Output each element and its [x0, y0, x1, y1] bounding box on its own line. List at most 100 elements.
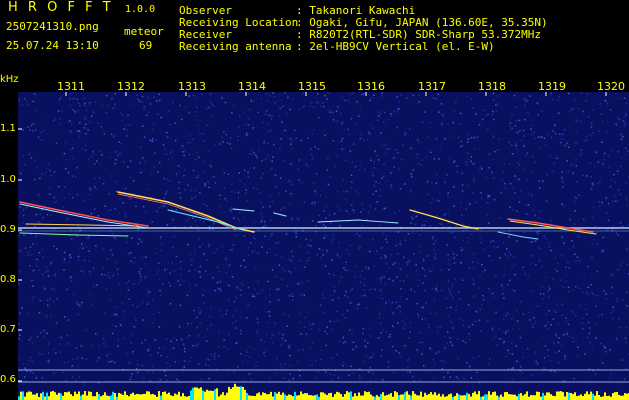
level-bar: [280, 394, 282, 400]
noise-speck: [93, 111, 95, 114]
noise-speck: [90, 212, 93, 215]
noise-speck: [401, 320, 404, 322]
noise-speck: [201, 93, 203, 96]
noise-speck: [568, 290, 570, 293]
noise-speck: [218, 271, 220, 273]
noise-speck: [159, 238, 161, 240]
noise-speck: [254, 237, 256, 240]
noise-speck: [420, 159, 423, 161]
level-bar: [188, 395, 190, 400]
noise-speck: [367, 211, 370, 214]
noise-speck: [536, 231, 538, 233]
noise-speck: [332, 118, 335, 121]
level-bar: [178, 391, 180, 400]
noise-speck: [462, 319, 465, 322]
level-bar: [554, 396, 556, 400]
noise-speck: [237, 139, 239, 142]
noise-speck: [19, 334, 21, 336]
noise-speck: [253, 151, 255, 154]
noise-speck: [203, 253, 205, 255]
noise-speck: [554, 257, 556, 259]
noise-speck: [401, 367, 404, 370]
noise-speck: [122, 114, 124, 117]
noise-speck: [69, 254, 71, 256]
noise-speck: [558, 350, 560, 352]
noise-speck: [38, 269, 40, 271]
noise-speck: [135, 205, 137, 207]
noise-speck: [417, 285, 419, 287]
noise-speck: [257, 111, 259, 114]
noise-speck: [251, 149, 254, 152]
noise-speck: [367, 342, 369, 344]
noise-speck: [576, 180, 578, 183]
level-bar: [552, 395, 554, 400]
noise-speck: [519, 300, 522, 303]
level-bar: [302, 393, 304, 400]
noise-speck: [467, 138, 470, 140]
noise-speck: [611, 273, 613, 276]
noise-speck: [130, 252, 132, 254]
noise-speck: [133, 283, 135, 285]
noise-speck: [456, 165, 459, 167]
noise-speck: [258, 149, 260, 151]
noise-speck: [315, 377, 317, 380]
noise-speck: [267, 154, 269, 157]
noise-speck: [264, 113, 267, 115]
noise-speck: [166, 338, 168, 340]
noise-speck: [19, 206, 21, 208]
noise-speck: [130, 198, 132, 200]
noise-speck: [474, 320, 477, 323]
noise-speck: [46, 316, 48, 318]
noise-speck: [319, 105, 322, 108]
noise-speck: [185, 106, 187, 108]
level-bar: [380, 394, 382, 400]
noise-speck: [482, 294, 484, 297]
noise-speck: [386, 180, 388, 182]
noise-speck: [409, 321, 412, 324]
noise-speck: [572, 312, 575, 315]
filename-label: 2507241310.png: [6, 20, 99, 33]
noise-speck: [78, 376, 81, 378]
noise-speck: [158, 311, 160, 314]
noise-speck: [368, 131, 370, 134]
noise-speck: [195, 97, 198, 99]
noise-speck: [399, 356, 402, 358]
level-bar: [260, 395, 262, 400]
noise-speck: [217, 346, 220, 348]
noise-speck: [258, 292, 260, 294]
noise-speck: [279, 177, 282, 179]
noise-speck: [531, 374, 534, 376]
noise-speck: [364, 339, 366, 342]
noise-speck: [32, 100, 35, 103]
noise-speck: [468, 267, 471, 269]
noise-speck: [184, 189, 186, 191]
noise-speck: [382, 176, 384, 178]
level-bar: [438, 393, 440, 400]
noise-speck: [298, 179, 300, 181]
noise-speck: [207, 246, 210, 248]
noise-speck: [530, 263, 532, 265]
level-bar: [432, 394, 434, 400]
noise-speck: [266, 99, 269, 102]
noise-speck: [491, 171, 493, 174]
noise-speck: [225, 272, 228, 274]
noise-speck: [302, 349, 304, 351]
noise-speck: [549, 154, 552, 157]
noise-speck: [474, 294, 476, 297]
noise-speck: [441, 360, 443, 362]
noise-speck: [69, 93, 72, 95]
noise-speck: [619, 97, 621, 100]
level-bar: [562, 392, 564, 400]
noise-speck: [433, 158, 436, 160]
noise-speck: [523, 231, 525, 234]
noise-speck: [387, 366, 390, 368]
noise-speck: [492, 110, 494, 113]
noise-speck: [384, 207, 386, 210]
noise-speck: [416, 349, 418, 351]
noise-speck: [292, 377, 295, 379]
level-bar: [118, 392, 120, 400]
noise-speck: [349, 150, 352, 152]
noise-speck: [20, 172, 22, 175]
noise-speck: [323, 105, 325, 108]
noise-speck: [531, 254, 533, 257]
